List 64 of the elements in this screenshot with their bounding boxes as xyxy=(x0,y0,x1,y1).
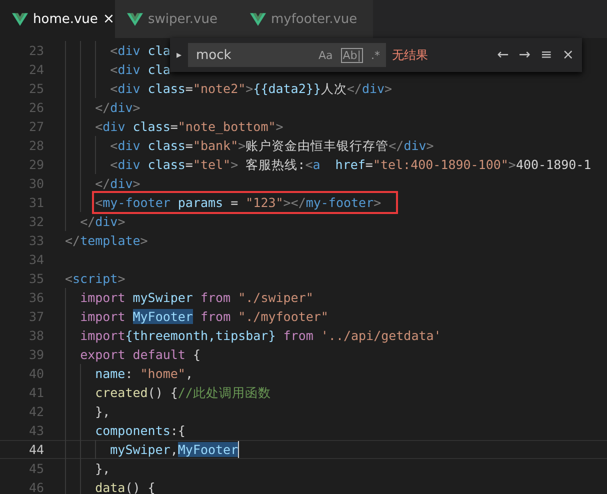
code-line: mySwiper,MyFooter xyxy=(110,441,238,458)
code-line: }, xyxy=(95,403,110,420)
code-line: <div class="tel"> 客服热线:<a href="tel:400-1890-100">400-1890-1 xyxy=(110,156,592,173)
line-number: 24 xyxy=(28,62,44,77)
find-action-button[interactable]: × xyxy=(562,47,574,63)
code-line: import MyFooter from "./myfooter" xyxy=(80,308,328,325)
code-line: </template> xyxy=(65,232,148,249)
line-number: 33 xyxy=(28,233,44,248)
line-number: 43 xyxy=(28,423,44,438)
close-icon[interactable]: × xyxy=(102,11,115,27)
code-line: name: "home", xyxy=(95,365,193,382)
vue-logo-icon xyxy=(12,12,28,26)
line-number: 27 xyxy=(28,119,44,134)
search-option-button[interactable]: Ab| xyxy=(340,48,363,62)
no-results-text: 无结果 xyxy=(392,46,428,64)
code-line: export default { xyxy=(80,346,200,363)
line-number: 32 xyxy=(28,214,44,229)
vue-logo-icon xyxy=(127,12,143,26)
code-line: <div class="note2">{{data2}}人次</div> xyxy=(110,80,392,97)
line-number: 23 xyxy=(28,43,44,58)
line-number: 41 xyxy=(28,385,44,400)
search-option-button[interactable]: .* xyxy=(371,48,380,62)
find-action-button[interactable]: ≡ xyxy=(540,47,552,63)
search-option-button[interactable]: Aa xyxy=(318,48,333,62)
code-line: import mySwiper from "./swiper" xyxy=(80,289,314,306)
toggle-replace-button[interactable]: ▸ xyxy=(170,50,188,60)
editor-tab[interactable]: swiper.vue xyxy=(115,0,238,38)
line-number: 35 xyxy=(28,271,44,286)
editor-tab[interactable]: home.vue × xyxy=(0,0,115,38)
code-line: created() {//此处调用函数 xyxy=(95,384,271,401)
highlighted-code-line: <my-footer params = "123"></my-footer> xyxy=(95,194,396,211)
line-number: 38 xyxy=(28,328,44,343)
code-line: <div class="note_bottom"> xyxy=(95,118,284,135)
line-number: 28 xyxy=(28,138,44,153)
vue-logo-icon xyxy=(250,12,266,26)
find-action-button[interactable]: ← xyxy=(497,47,509,63)
line-number: 25 xyxy=(28,81,44,96)
line-number: 37 xyxy=(28,309,44,324)
code-line: </div> xyxy=(95,175,140,192)
code-line: }, xyxy=(95,460,110,477)
editor-tab[interactable]: myfooter.vue xyxy=(238,0,373,38)
code-line: </div> xyxy=(80,213,126,230)
code-line: <div cla xyxy=(110,42,170,59)
code-line: </div> xyxy=(95,99,140,116)
line-number: 26 xyxy=(28,100,44,115)
line-number: 36 xyxy=(28,290,44,305)
line-number: 31 xyxy=(28,195,44,210)
line-number: 39 xyxy=(28,347,44,362)
line-number: 45 xyxy=(28,461,44,476)
line-number: 29 xyxy=(28,157,44,172)
line-number: 30 xyxy=(28,176,44,191)
search-field[interactable]: mock Aa Ab| .* xyxy=(188,43,386,67)
line-number: 44 xyxy=(28,442,44,457)
line-number: 42 xyxy=(28,404,44,419)
find-action-button[interactable]: → xyxy=(518,47,531,63)
code-line: data() { xyxy=(95,479,156,494)
code-line: components:{ xyxy=(95,422,186,439)
code-line: <div cla xyxy=(110,61,170,78)
line-number: 46 xyxy=(28,480,44,494)
code-line: import{threemonth,tipsbar} from '../api/getdata' xyxy=(80,327,442,344)
line-number: 34 xyxy=(28,252,44,267)
line-number: 40 xyxy=(28,366,44,381)
code-line: <script> xyxy=(65,270,126,287)
code-line: <div class="bank">账户资金由恒丰银行存管</div> xyxy=(110,137,434,154)
